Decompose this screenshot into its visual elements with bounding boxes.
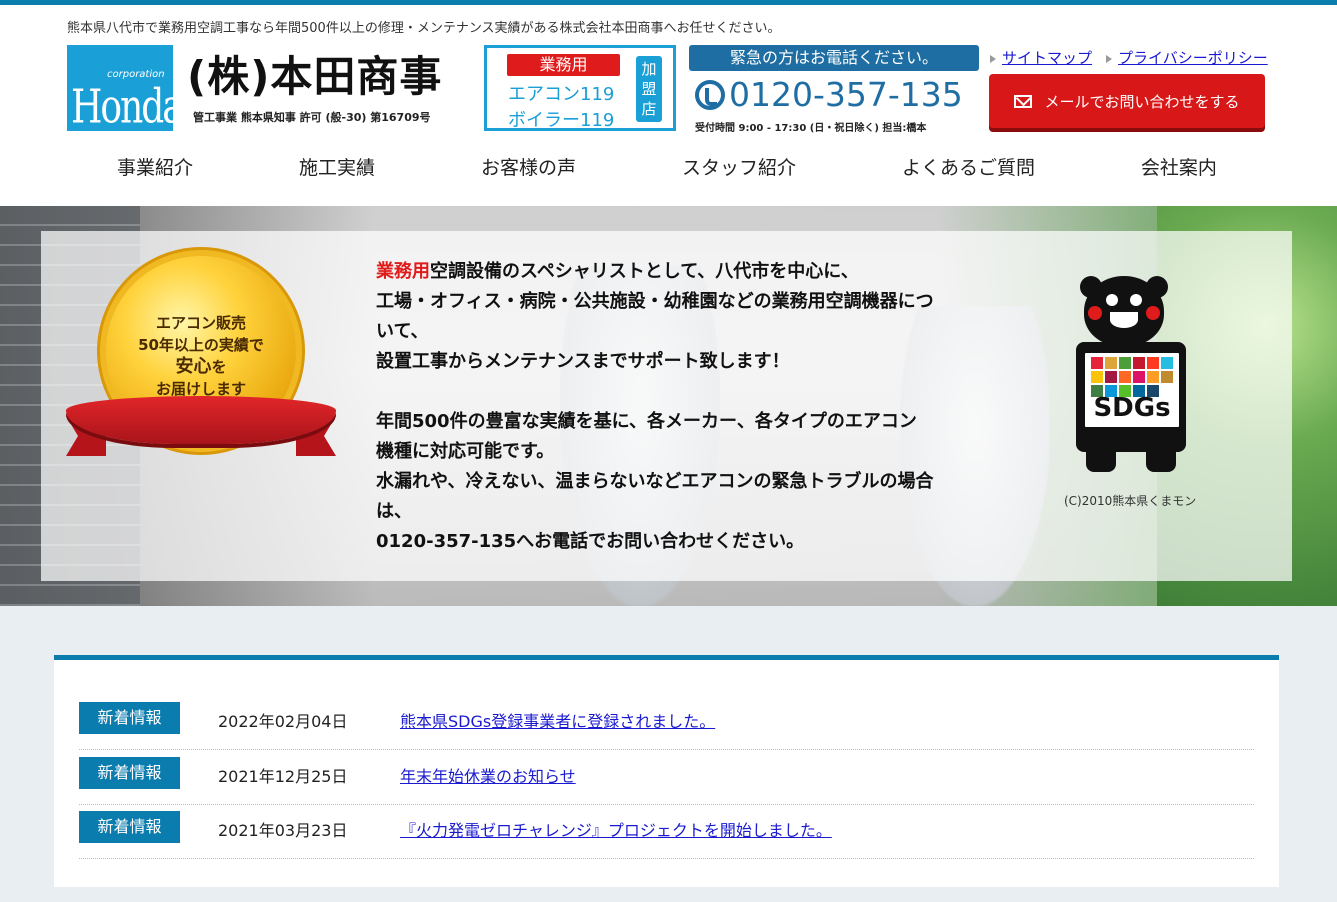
mail-contact-label: メールでお問い合わせをする [1044, 93, 1240, 111]
news-row: 新着情報 2021年12月25日 年末年始休業のお知らせ [79, 751, 1254, 805]
hero-line-3: いて、 [376, 321, 429, 342]
company-name[interactable]: (株)本田商事 [187, 43, 442, 104]
member-badge-label: 業務用 [507, 54, 620, 76]
sdg-color-tile [1161, 371, 1173, 383]
hero-line-8: は、 [376, 501, 412, 522]
mascot-cheek-left [1088, 306, 1102, 320]
medal-line-3: 安心を [106, 356, 296, 378]
logo-brand-text: Honda [71, 81, 173, 131]
achievement-medal: エアコン販売 50年以上の実績で 安心を お届けします [66, 256, 336, 486]
sdg-color-tile [1091, 357, 1103, 369]
license-text: 管工事業 熊本県知事 許可 (般-30) 第16709号 [193, 111, 431, 124]
sdgs-sign: SDGs [1082, 350, 1182, 430]
mascot-leg-left [1086, 446, 1116, 472]
sdg-color-tile [1105, 371, 1117, 383]
company-logo[interactable]: corporation Honda [67, 45, 173, 131]
medal-line-3-big: 安心 [175, 356, 212, 377]
medal-line-1: エアコン販売 [155, 314, 246, 332]
member-store-label: 加盟店 [636, 56, 662, 122]
sitemap-link[interactable]: サイトマップ [1002, 49, 1092, 67]
logo-corporation-text: corporation [107, 69, 165, 80]
sdgs-sign-text: SDGs [1093, 393, 1171, 423]
sdg-color-tile [1147, 371, 1159, 383]
member-line-aircon: エアコン119 [508, 84, 615, 105]
header-links: サイトマップ プライバシーポリシー [990, 47, 1268, 68]
mascot-leg-right [1146, 446, 1176, 472]
member-line-boiler: ボイラー119 [508, 110, 615, 131]
news-row: 新着情報 2022年02月04日 熊本県SDGs登録事業者に登録されました。 [79, 696, 1254, 750]
envelope-icon [1014, 94, 1033, 108]
news-tag: 新着情報 [79, 757, 180, 789]
sdg-color-tile [1133, 357, 1145, 369]
hero-description: 業務用空調設備のスペシャリストとして、八代市を中心に、 工場・オフィス・病院・公… [376, 257, 1006, 557]
mascot-cheek-right [1146, 306, 1160, 320]
privacy-policy-link[interactable]: プライバシーポリシー [1118, 49, 1268, 67]
news-title-link[interactable]: 『火力発電ゼロチャレンジ』プロジェクトを開始しました。 [400, 817, 832, 841]
hero-line-4: 設置工事からメンテナンスまでサポート致します！ [376, 351, 790, 372]
hero-line-5: 年間500件の豊富な実績を基に、各メーカー、各タイプのエアコン [376, 411, 917, 432]
phone-block: 緊急の方はお電話ください。 0120-357-135 受付時間 9:00 - 1… [689, 45, 979, 135]
main-nav: 事業紹介 施工実績 お客様の声 スタッフ紹介 よくあるご質問 会社案内 [67, 153, 1267, 183]
medal-line-2: 50年以上の実績で [138, 336, 264, 354]
header-tagline: 熊本県八代市で業務用空調工事なら年間500件以上の修理・メンテナンス実績がある株… [67, 21, 781, 36]
hero-line-1-rest: 空調設備のスペシャリストとして、八代市を中心に、 [430, 261, 859, 282]
sdg-color-tile [1119, 357, 1131, 369]
nav-item-faq[interactable]: よくあるご質問 [902, 153, 1035, 183]
sdg-color-tile [1105, 357, 1117, 369]
privacy-link-wrap: プライバシーポリシー [1106, 47, 1268, 68]
sdgs-color-grid [1091, 357, 1177, 397]
sdg-color-tile [1119, 371, 1131, 383]
nav-item-works[interactable]: 施工実績 [299, 153, 375, 183]
sdg-color-tile [1091, 371, 1103, 383]
kumamon-sdgs-mascot: SDGs (C)2010熊本県くまモン [1060, 276, 1220, 508]
triangle-right-icon [1106, 54, 1113, 63]
phone-banner: 緊急の方はお電話ください。 [689, 45, 979, 71]
kumamon-copyright: (C)2010熊本県くまモン [1064, 494, 1197, 508]
member-store-text: 加盟店 [641, 60, 657, 118]
sdg-color-tile [1161, 357, 1173, 369]
medal-text: エアコン販売 50年以上の実績で 安心を お届けします [106, 312, 296, 400]
news-date: 2022年02月04日 [218, 712, 348, 731]
phone-hours: 受付時間 9:00 - 17:30 (日・祝日除く) 担当:橋本 [695, 123, 927, 134]
nav-item-company[interactable]: 会社案内 [1141, 153, 1217, 183]
hero-highlight: 業務用 [376, 261, 430, 282]
news-tag: 新着情報 [79, 811, 180, 843]
site-header: 熊本県八代市で業務用空調工事なら年間500件以上の修理・メンテナンス実績がある株… [0, 5, 1337, 206]
hero-banner: エアコン販売 50年以上の実績で 安心を お届けします 業務用空調設備のスペシャ… [0, 206, 1337, 606]
medal-line-3-small: を [211, 358, 227, 376]
news-date: 2021年12月25日 [218, 767, 348, 786]
hero-line-2: 工場・オフィス・病院・公共施設・幼稚園などの業務用空調機器につ [376, 291, 934, 312]
sdg-color-tile [1147, 357, 1159, 369]
triangle-right-icon [990, 54, 996, 63]
phone-number: 0120-357-135 [729, 75, 963, 114]
mail-contact-button[interactable]: メールでお問い合わせをする [989, 74, 1265, 128]
news-section: 新着情報 2022年02月04日 熊本県SDGs登録事業者に登録されました。 新… [54, 655, 1279, 887]
sitemap-link-wrap: サイトマップ [990, 47, 1092, 68]
nav-item-testimonials[interactable]: お客様の声 [481, 153, 576, 183]
news-title-link[interactable]: 年末年始休業のお知らせ [400, 763, 576, 787]
mascot-eye-right [1130, 294, 1142, 306]
hero-paragraph-gap [376, 377, 1006, 407]
member-badge-box[interactable]: 業務用 エアコン119 ボイラー119 加盟店 [484, 45, 676, 131]
phone-number-link[interactable]: 0120-357-135 [695, 75, 963, 114]
hero-line-6: 機種に対応可能です。 [376, 441, 555, 462]
hero-line-7: 水漏れや、冷えない、温まらないなどエアコンの緊急トラブルの場合 [376, 471, 934, 492]
medal-ribbon [66, 396, 336, 444]
news-tag: 新着情報 [79, 702, 180, 734]
nav-item-business[interactable]: 事業紹介 [117, 153, 193, 183]
phone-icon [695, 79, 725, 110]
news-row: 新着情報 2021年03月23日 『火力発電ゼロチャレンジ』プロジェクトを開始し… [79, 805, 1254, 859]
mascot-eye-left [1106, 294, 1118, 306]
hero-line-1: 業務用空調設備のスペシャリストとして、八代市を中心に、 [376, 257, 1006, 287]
mascot-mouth [1110, 312, 1138, 328]
news-date: 2021年03月23日 [218, 821, 348, 840]
sdg-color-tile [1133, 371, 1145, 383]
news-title-link[interactable]: 熊本県SDGs登録事業者に登録されました。 [400, 708, 715, 732]
nav-item-staff[interactable]: スタッフ紹介 [682, 153, 796, 183]
hero-line-9: 0120-357-135へお電話でお問い合わせください。 [376, 531, 805, 552]
